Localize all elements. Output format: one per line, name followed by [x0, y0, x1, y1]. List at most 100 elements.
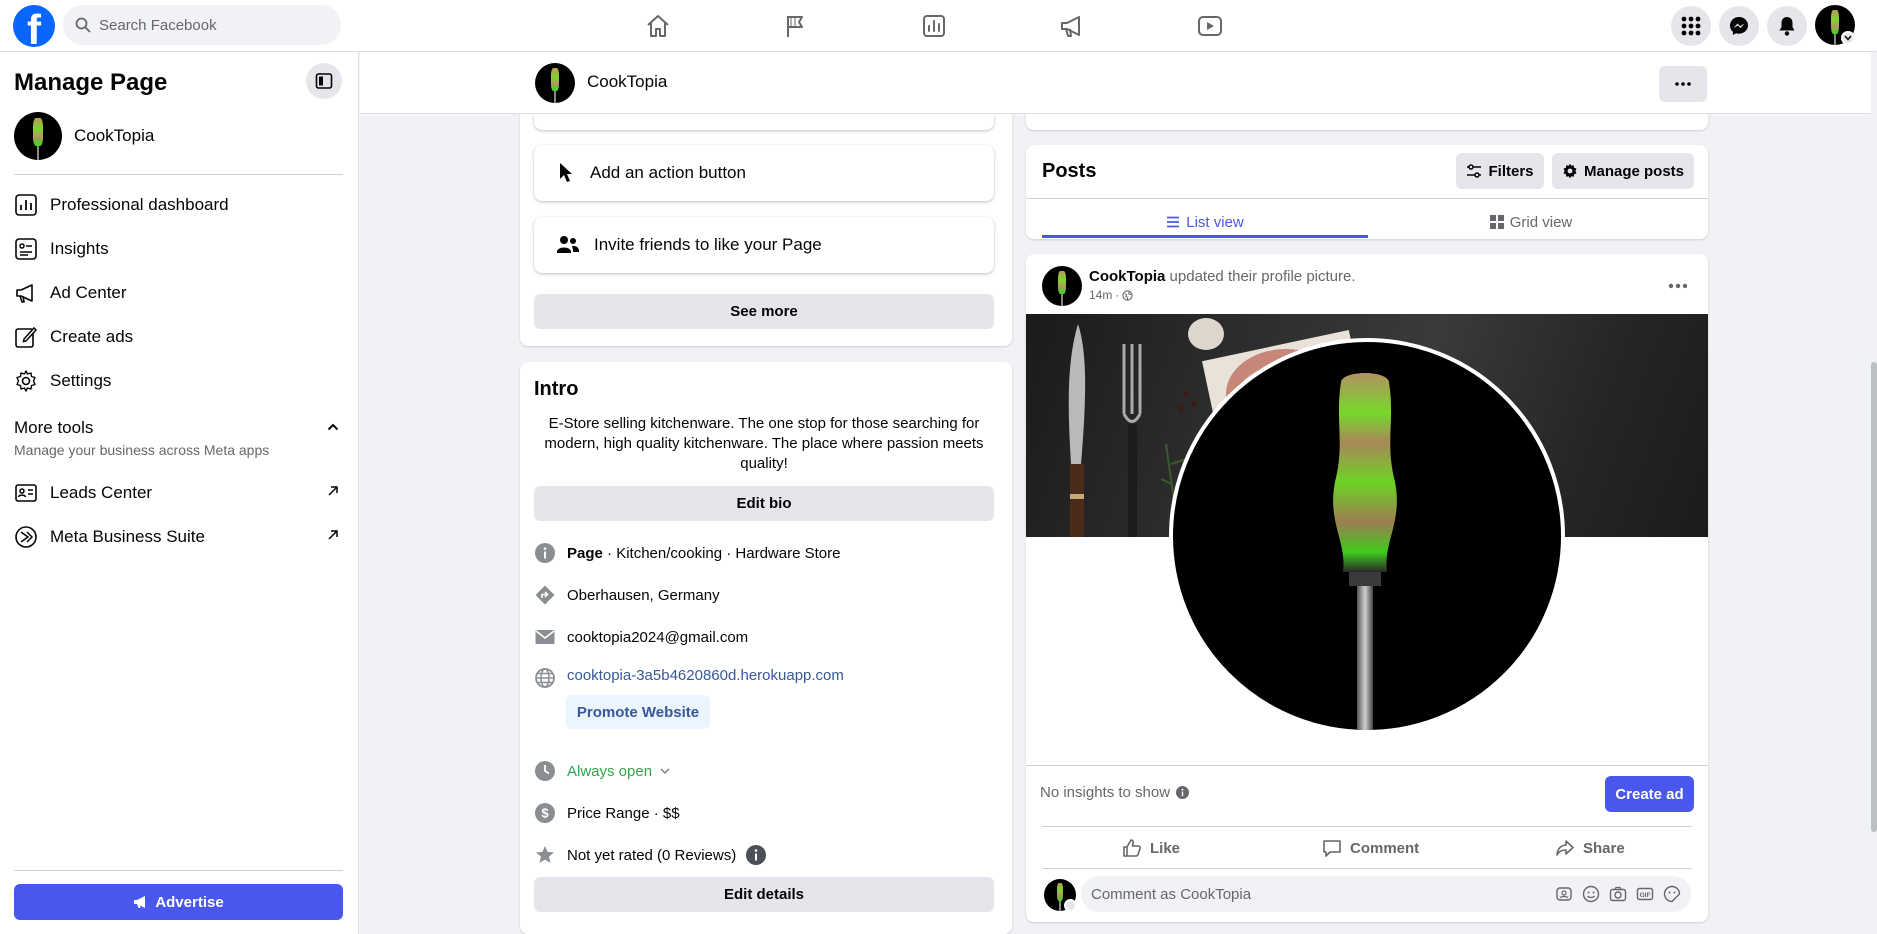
- top-navigation-bar: f Search Facebook: [0, 0, 1877, 52]
- sticker-icon[interactable]: [1663, 885, 1681, 903]
- post-author-avatar[interactable]: [1042, 266, 1082, 306]
- sidebar-item-settings[interactable]: Settings: [14, 361, 343, 401]
- search-input[interactable]: Search Facebook: [63, 5, 341, 45]
- post-author-name[interactable]: CookTopia: [1089, 268, 1165, 285]
- sidebar-item-create-ads[interactable]: Create ads: [14, 317, 343, 357]
- thumbs-up-icon: [1123, 839, 1141, 857]
- intro-category: Page · Kitchen/cooking · Hardware Store: [534, 542, 840, 564]
- cursor-icon: [560, 163, 572, 182]
- dollar-icon: $: [534, 802, 556, 824]
- emoji-icon[interactable]: [1582, 885, 1600, 903]
- comment-input[interactable]: Comment as CookTopia GIF: [1081, 876, 1691, 912]
- intro-rating-text: Not yet rated (0 Reviews): [567, 846, 737, 864]
- dashboard-icon: [15, 194, 37, 216]
- intro-price: $ Price Range · $$: [534, 802, 680, 824]
- manage-posts-button[interactable]: Manage posts: [1552, 153, 1694, 189]
- sidebar-divider: [14, 870, 343, 871]
- intro-title: Intro: [534, 378, 579, 400]
- share-button[interactable]: Share: [1555, 832, 1625, 864]
- add-action-button[interactable]: Add an action button: [534, 145, 994, 201]
- gif-icon[interactable]: GIF: [1636, 885, 1654, 903]
- page-scrollbar[interactable]: [1871, 52, 1877, 934]
- filters-icon: [1467, 164, 1482, 178]
- facebook-logo[interactable]: f: [13, 5, 55, 47]
- more-tools-subtitle: Manage your business across Meta apps: [14, 442, 270, 458]
- intro-email-text[interactable]: cooktopia2024@gmail.com: [567, 629, 748, 646]
- like-button[interactable]: Like: [1122, 832, 1180, 864]
- promote-website-button[interactable]: Promote Website: [566, 695, 710, 729]
- insights-chart-icon[interactable]: [918, 10, 950, 42]
- share-icon: [1556, 840, 1574, 856]
- sidebar-item-ad-center[interactable]: Ad Center: [14, 273, 343, 313]
- scrollbar-thumb[interactable]: [1871, 362, 1877, 832]
- sidebar-item-professional-dashboard[interactable]: Professional dashboard: [14, 185, 343, 225]
- messenger-icon[interactable]: [1719, 6, 1759, 46]
- comment-button[interactable]: Comment: [1322, 832, 1419, 864]
- no-insights-row: No insights to show: [1040, 784, 1190, 801]
- tab-grid-view[interactable]: Grid view: [1368, 206, 1694, 238]
- page-avatar[interactable]: [535, 63, 575, 103]
- see-more-button[interactable]: See more: [534, 294, 994, 329]
- post-timestamp[interactable]: 14m ·: [1089, 288, 1133, 302]
- advertise-button[interactable]: Advertise: [14, 884, 343, 920]
- invite-friends-label: Invite friends to like your Page: [594, 235, 822, 254]
- flag-icon[interactable]: [780, 10, 812, 42]
- more-tools-section[interactable]: More tools Manage your business across M…: [14, 418, 343, 458]
- intro-hours[interactable]: Always open: [534, 760, 670, 782]
- camera-icon[interactable]: [1609, 885, 1627, 903]
- tab-label: Grid view: [1509, 213, 1573, 231]
- sidebar-item-label: Meta Business Suite: [50, 527, 205, 546]
- avatar-sticker-icon[interactable]: [1555, 885, 1573, 903]
- post-action-text: updated their profile picture.: [1165, 268, 1356, 285]
- invite-friends-button[interactable]: Invite friends to like your Page: [534, 217, 994, 273]
- post-time-text: 14m: [1089, 288, 1113, 302]
- sidebar-page-name: CookTopia: [74, 126, 155, 145]
- active-tab-indicator: [1042, 235, 1368, 238]
- meta-business-icon: [15, 526, 37, 548]
- sidebar-page-switcher[interactable]: CookTopia: [14, 112, 154, 160]
- filters-button[interactable]: Filters: [1456, 153, 1544, 189]
- tab-list-view[interactable]: List view: [1042, 206, 1368, 238]
- more-horizontal-icon[interactable]: [1668, 283, 1688, 289]
- create-ad-button[interactable]: Create ad: [1605, 776, 1694, 812]
- info-icon[interactable]: [1176, 786, 1190, 799]
- intro-category-value: · Kitchen/cooking · Hardware Store: [602, 544, 841, 562]
- intro-rating: Not yet rated (0 Reviews): [534, 844, 767, 866]
- friends-icon: [557, 236, 579, 253]
- intro-website-link[interactable]: cooktopia-3a5b4620860d.herokuapp.com: [567, 667, 844, 684]
- chevron-up-icon[interactable]: [327, 422, 339, 432]
- sidebar-item-label: Insights: [50, 239, 109, 258]
- grid-icon: [1489, 215, 1504, 229]
- list-icon: [1167, 216, 1180, 228]
- info-icon[interactable]: [746, 845, 767, 865]
- menu-grid-icon[interactable]: [1671, 6, 1711, 46]
- sidebar-item-insights[interactable]: Insights: [14, 229, 343, 269]
- leads-icon: [15, 484, 37, 502]
- intro-price-text: Price Range · $$: [567, 804, 680, 822]
- megaphone-icon[interactable]: [1056, 10, 1088, 42]
- like-label: Like: [1150, 839, 1181, 857]
- comment-placeholder: Comment as CookTopia: [1091, 885, 1252, 903]
- edit-details-button[interactable]: Edit details: [534, 877, 994, 912]
- sidebar-item-label: Ad Center: [50, 283, 127, 302]
- svg-text:$: $: [541, 806, 549, 821]
- edit-bio-button[interactable]: Edit bio: [534, 486, 994, 521]
- sidebar-item-meta-business-suite[interactable]: Meta Business Suite: [14, 517, 343, 557]
- collapse-sidebar-icon[interactable]: [306, 63, 342, 99]
- globe-icon: [1122, 289, 1133, 301]
- header-page-name[interactable]: CookTopia: [587, 72, 667, 92]
- sharpening-steel-image: [1333, 373, 1397, 730]
- comment-icon: [1323, 840, 1341, 857]
- see-more-label: See more: [730, 303, 798, 320]
- video-icon[interactable]: [1194, 10, 1226, 42]
- commenter-switch-icon[interactable]: [1064, 899, 1077, 912]
- add-action-button-label: Add an action button: [590, 163, 746, 182]
- notifications-bell-icon[interactable]: [1767, 6, 1807, 46]
- more-options-button[interactable]: [1659, 66, 1707, 102]
- megaphone-icon: [16, 284, 33, 303]
- home-icon[interactable]: [642, 10, 674, 42]
- profile-picture-large[interactable]: [1169, 338, 1565, 734]
- sidebar-item-leads-center[interactable]: Leads Center: [14, 473, 343, 513]
- post-header: CookTopia updated their profile picture.: [1089, 268, 1356, 285]
- account-chevron-icon[interactable]: [1841, 31, 1855, 45]
